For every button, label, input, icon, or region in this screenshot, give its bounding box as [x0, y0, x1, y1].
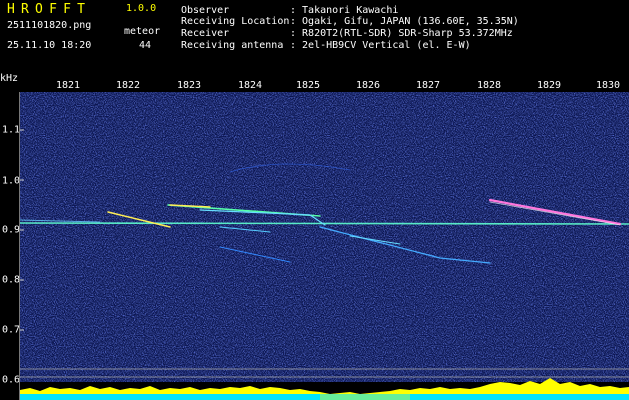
- x-tick-1826: 1826: [355, 80, 381, 91]
- y-tick-1-1: 1.1: [2, 124, 21, 136]
- y-tick-0-6: 0.6: [2, 374, 21, 386]
- observer-value: : Takanori Kawachi: [290, 5, 399, 16]
- app-title: HROFFT: [7, 2, 92, 17]
- antenna-value: : 2el-HB9CV Vertical (el. E-W): [290, 40, 471, 51]
- x-tick-1825: 1825: [295, 80, 321, 91]
- carrier-line: [20, 222, 629, 225]
- level-overlay: [320, 394, 410, 400]
- meteor-count: 44: [139, 40, 152, 51]
- location-value: : Ogaki, Gifu, JAPAN (136.60E, 35.35N): [290, 16, 519, 27]
- x-tick-1822: 1822: [115, 80, 141, 91]
- x-tick-1828: 1828: [476, 80, 502, 91]
- y-tick-0-8: 0.8: [2, 274, 21, 286]
- x-tick-1830: 1830: [595, 80, 621, 91]
- x-tick-1823: 1823: [176, 80, 202, 91]
- capture-datetime: 25.11.10 18:20: [7, 40, 92, 51]
- location-label: Receiving Location: [181, 16, 290, 27]
- receiver-value: : R820T2(RTL-SDR) SDR-Sharp 53.372MHz: [290, 28, 513, 39]
- x-tick-1824: 1824: [237, 80, 263, 91]
- y-axis-unit: kHz: [0, 73, 19, 84]
- observer-label: Observer: [181, 5, 230, 16]
- file-name: 2511101820.png: [7, 20, 92, 31]
- y-tick-0-7: 0.7: [2, 324, 21, 336]
- antenna-label: Receiving antenna: [181, 40, 284, 51]
- meteor-label: meteor: [124, 26, 161, 37]
- spectrogram-noise: [20, 92, 629, 382]
- y-tick-1-0: 1.0: [2, 175, 21, 187]
- x-tick-1827: 1827: [415, 80, 441, 91]
- header-panel: HROFFT 1.0.0 2511101820.png 25.11.10 18:…: [0, 0, 629, 72]
- y-tick-0-9: 0.9: [2, 224, 21, 236]
- spectrogram-plot[interactable]: [20, 92, 629, 400]
- x-tick-1829: 1829: [536, 80, 562, 91]
- app-version: 1.0.0: [126, 3, 157, 14]
- x-tick-1821: 1821: [55, 80, 81, 91]
- receiver-label: Receiver: [181, 28, 230, 39]
